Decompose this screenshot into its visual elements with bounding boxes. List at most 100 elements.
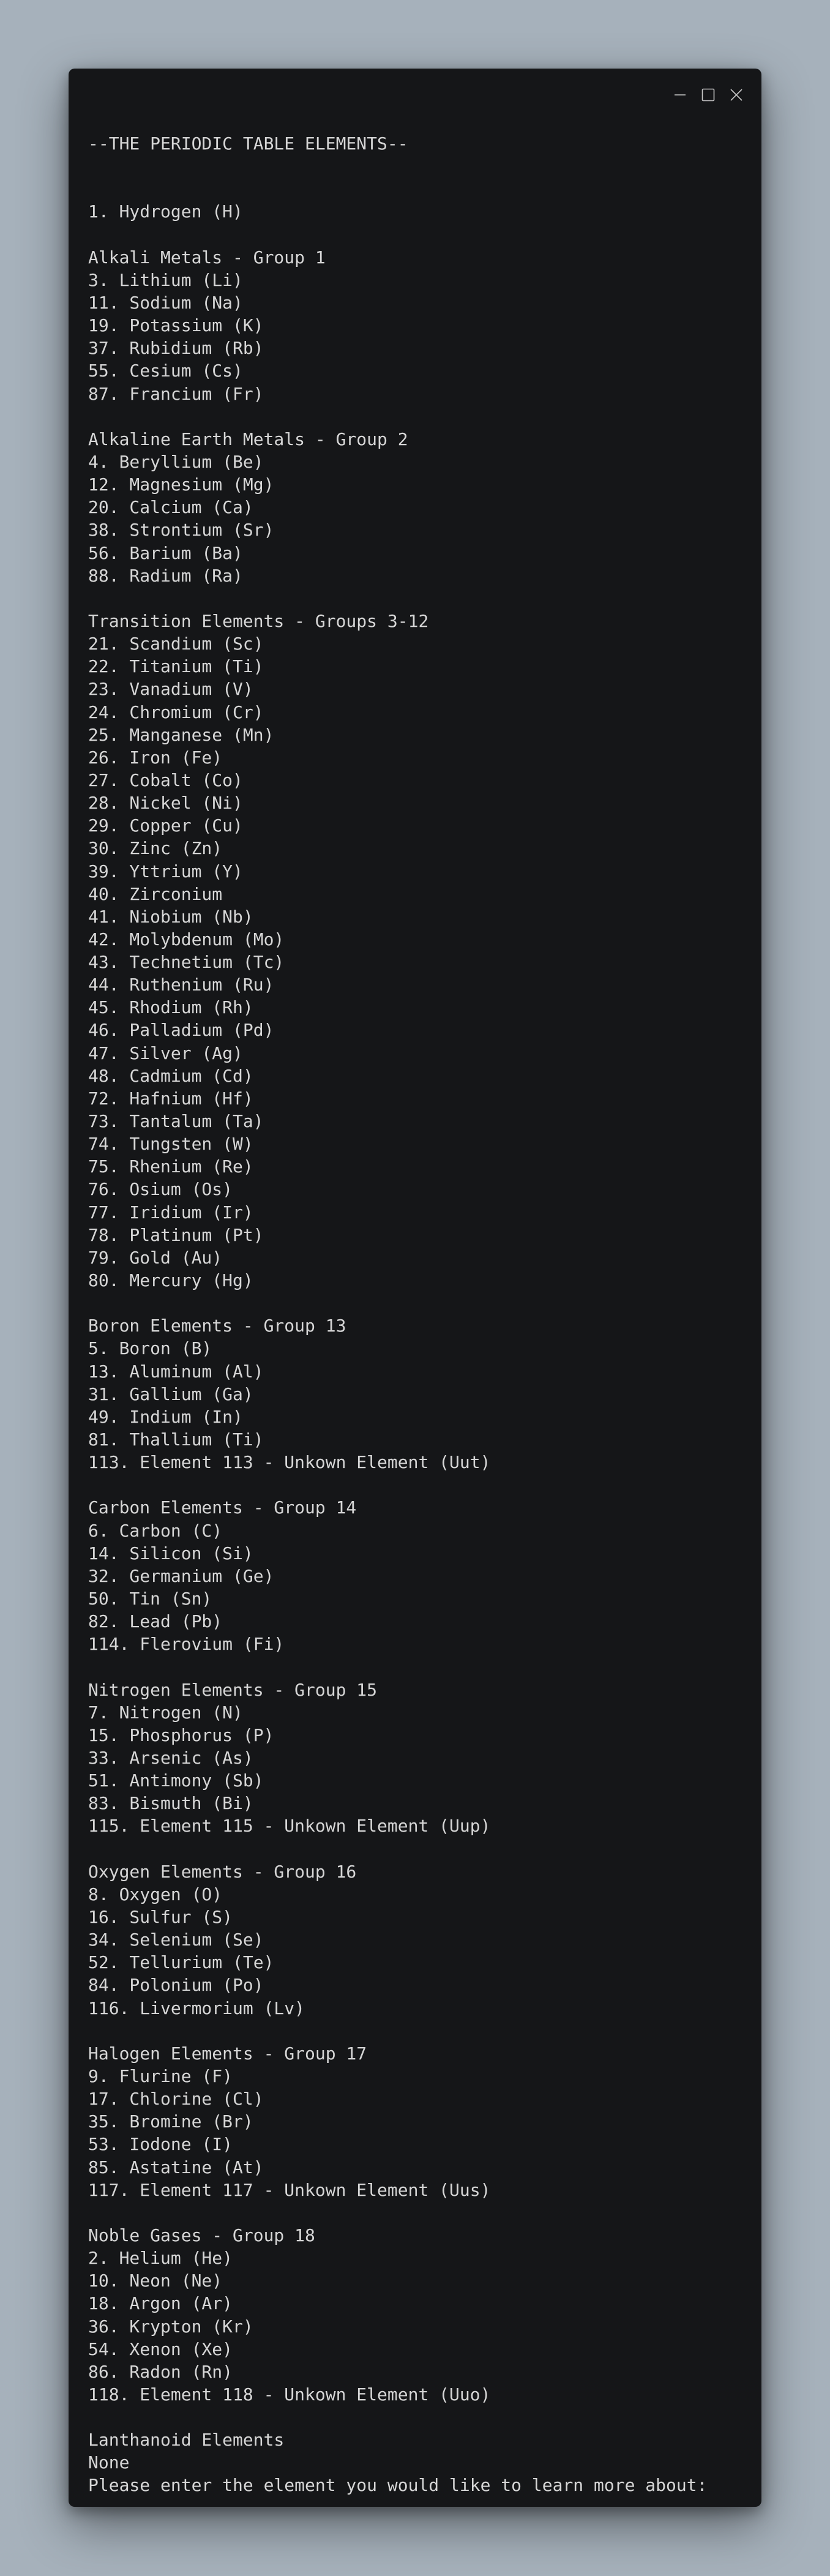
terminal-line: 42. Molybdenum (Mo)	[88, 929, 285, 949]
title-bar[interactable]	[69, 69, 761, 118]
close-icon[interactable]	[728, 87, 744, 103]
terminal-line: 72. Hafnium (Hf)	[88, 1088, 253, 1109]
terminal-line: 13. Aluminum (Al)	[88, 1361, 264, 1382]
terminal-line: 81. Thallium (Ti)	[88, 1429, 264, 1450]
terminal-line: Nitrogen Elements - Group 15	[88, 1679, 378, 1700]
terminal-line: 115. Element 115 - Unkown Element (Uup)	[88, 1816, 491, 1837]
maximize-icon[interactable]	[700, 87, 716, 103]
terminal-line: Halogen Elements - Group 17	[88, 2043, 367, 2064]
terminal-line: 31. Gallium (Ga)	[88, 1383, 253, 1404]
terminal-line: 117. Element 117 - Unkown Element (Uus)	[88, 2179, 491, 2200]
input-prompt[interactable]: Please enter the element you would like …	[88, 2474, 742, 2496]
terminal-line: 45. Rhodium (Rh)	[88, 997, 253, 1018]
terminal-line: 82. Lead (Pb)	[88, 1611, 223, 1632]
terminal-line: Lanthanoid Elements	[88, 2430, 285, 2451]
terminal-line: 18. Argon (Ar)	[88, 2293, 233, 2314]
terminal-line: Oxygen Elements - Group 16	[88, 1861, 357, 1882]
terminal-line: 118. Element 118 - Unkown Element (Uuo)	[88, 2384, 491, 2405]
terminal-line: 22. Titanium (Ti)	[88, 656, 264, 677]
terminal-window: --THE PERIODIC TABLE ELEMENTS-- 1. Hydrog…	[69, 69, 761, 2507]
terminal-line: 27. Cobalt (Co)	[88, 769, 243, 790]
terminal-line: Carbon Elements - Group 14	[88, 1497, 357, 1518]
terminal-line: 47. Silver (Ag)	[88, 1043, 243, 1063]
terminal-line: None	[88, 2452, 130, 2473]
terminal-line: 44. Ruthenium (Ru)	[88, 975, 274, 995]
terminal-line: 14. Silicon (Si)	[88, 1543, 253, 1563]
terminal-line: 78. Platinum (Pt)	[88, 1224, 264, 1245]
terminal-line: Boron Elements - Group 13	[88, 1316, 346, 1336]
terminal-line: 21. Scandium (Sc)	[88, 634, 264, 654]
terminal-line: 87. Francium (Fr)	[88, 383, 264, 404]
terminal-line: 9. Flurine (F)	[88, 2065, 233, 2086]
terminal-line: 52. Tellurium (Te)	[88, 1952, 274, 1973]
terminal-line: 39. Yttrium (Y)	[88, 861, 243, 882]
terminal-line: 29. Copper (Cu)	[88, 815, 243, 836]
terminal-output[interactable]: --THE PERIODIC TABLE ELEMENTS-- 1. Hydrog…	[88, 132, 742, 2497]
terminal-line: 84. Polonium (Po)	[88, 1975, 264, 1996]
terminal-line: 113. Element 113 - Unkown Element (Uut)	[88, 1452, 491, 1473]
terminal-line: 1. Hydrogen (H)	[88, 201, 243, 222]
terminal-line: 40. Zirconium	[88, 883, 223, 904]
terminal-line: 35. Bromine (Br)	[88, 2111, 253, 2132]
terminal-line: 33. Arsenic (As)	[88, 1747, 253, 1768]
terminal-line: 23. Vanadium (V)	[88, 679, 253, 700]
window-controls	[672, 87, 744, 103]
terminal-line: 3. Lithium (Li)	[88, 269, 243, 290]
terminal-line: 56. Barium (Ba)	[88, 542, 243, 563]
terminal-line: 8. Oxygen (O)	[88, 1884, 223, 1904]
terminal-line: 17. Chlorine (Cl)	[88, 2089, 264, 2110]
terminal-line: 26. Iron (Fe)	[88, 747, 223, 768]
terminal-line: 77. Iridium (Ir)	[88, 1202, 253, 1222]
terminal-line: 7. Nitrogen (N)	[88, 1702, 243, 1723]
terminal-line: 6. Carbon (C)	[88, 1520, 223, 1541]
terminal-line: 20. Calcium (Ca)	[88, 497, 253, 518]
terminal-line: 25. Manganese (Mn)	[88, 724, 274, 745]
terminal-line: 36. Krypton (Kr)	[88, 2316, 253, 2337]
terminal-line: 83. Bismuth (Bi)	[88, 1793, 253, 1814]
terminal-line: 30. Zinc (Zn)	[88, 838, 223, 859]
terminal-line: 37. Rubidium (Rb)	[88, 338, 264, 359]
terminal-line: 2. Helium (He)	[88, 2248, 233, 2269]
terminal-line: 4. Beryllium (Be)	[88, 451, 264, 472]
terminal-line: --THE PERIODIC TABLE ELEMENTS--	[88, 133, 408, 154]
terminal-line: 86. Radon (Rn)	[88, 2361, 233, 2382]
terminal-line: 28. Nickel (Ni)	[88, 793, 243, 814]
terminal-line: Noble Gases - Group 18	[88, 2225, 315, 2245]
terminal-line: 15. Phosphorus (P)	[88, 1724, 274, 1745]
terminal-line: 80. Mercury (Hg)	[88, 1270, 253, 1291]
terminal-line: 73. Tantalum (Ta)	[88, 1111, 264, 1132]
terminal-line: 24. Chromium (Cr)	[88, 702, 264, 722]
terminal-line: 16. Sulfur (S)	[88, 1906, 233, 1927]
terminal-line: 19. Potassium (K)	[88, 315, 264, 336]
terminal-line: 12. Magnesium (Mg)	[88, 474, 274, 495]
terminal-line: 43. Technetium (Tc)	[88, 952, 285, 973]
terminal-line: 48. Cadmium (Cd)	[88, 1065, 253, 1086]
terminal-line: 51. Antimony (Sb)	[88, 1770, 264, 1791]
terminal-line: 41. Niobium (Nb)	[88, 906, 253, 927]
terminal-line: 75. Rhenium (Re)	[88, 1156, 253, 1177]
terminal-line: 49. Indium (In)	[88, 1406, 243, 1427]
terminal-line: 54. Xenon (Xe)	[88, 2338, 233, 2359]
terminal-line: 53. Iodone (I)	[88, 2134, 233, 2155]
terminal-line: 11. Sodium (Na)	[88, 292, 243, 313]
terminal-line: 10. Neon (Ne)	[88, 2271, 223, 2291]
terminal-line: 55. Cesium (Cs)	[88, 361, 243, 381]
minimize-icon[interactable]	[672, 87, 688, 103]
terminal-line: 76. Osium (Os)	[88, 1179, 233, 1200]
terminal-line: 34. Selenium (Se)	[88, 1930, 264, 1950]
terminal-line: Transition Elements - Groups 3-12	[88, 610, 429, 631]
terminal-line: Alkaline Earth Metals - Group 2	[88, 429, 408, 449]
terminal-line: 79. Gold (Au)	[88, 1247, 223, 1268]
terminal-line: 5. Boron (B)	[88, 1338, 212, 1359]
